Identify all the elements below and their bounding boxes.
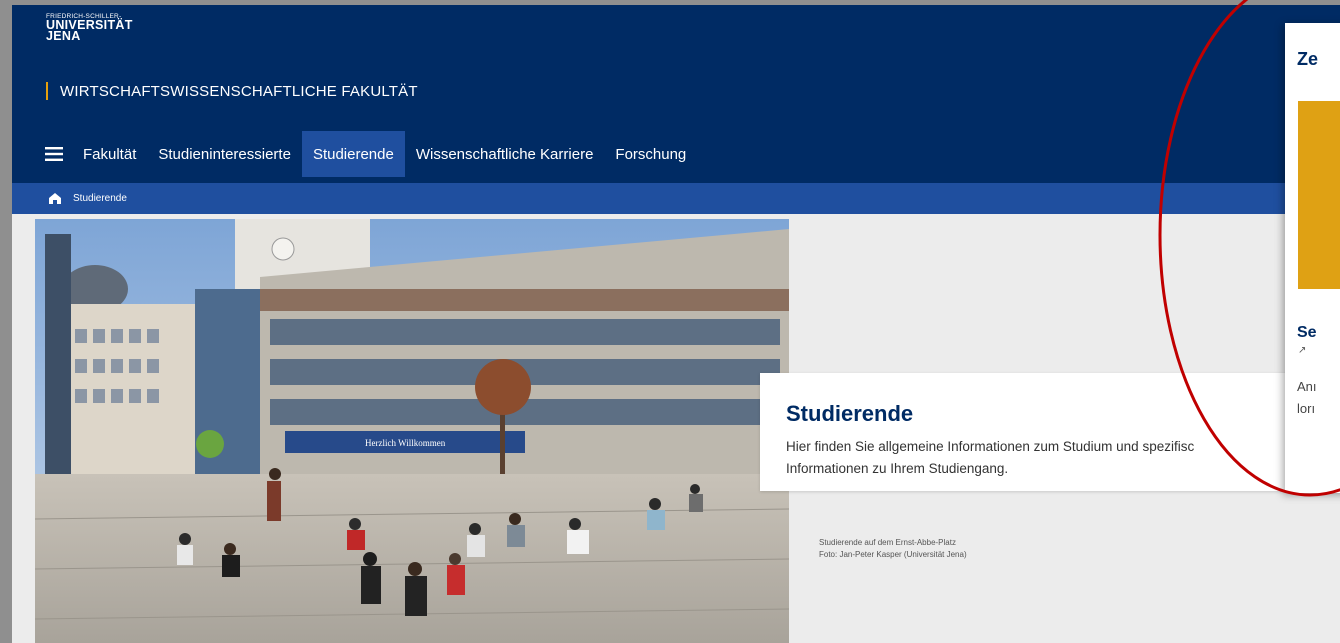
side-panel: Ze Se ↗ Anı lorı <box>1285 23 1340 493</box>
nav-item-wissenschaftliche-karriere[interactable]: Wissenschaftliche Karriere <box>405 131 605 177</box>
breadcrumb: Studierende <box>12 183 1340 214</box>
logo-line-3: JENA <box>46 29 81 43</box>
side-panel-text: Anı lorı <box>1297 376 1317 420</box>
hamburger-menu-icon[interactable] <box>36 131 72 177</box>
university-logo[interactable]: FRIEDRICH-SCHILLER- UNIVERSITÄT JENA <box>46 13 133 42</box>
intro-text-line-2: Informationen zu Ihrem Studiengang. <box>786 461 1009 476</box>
side-panel-link-title[interactable]: Se <box>1297 324 1317 342</box>
nav-item-studieninteressierte[interactable]: Studieninteressierte <box>147 131 302 177</box>
page-title: Studierende <box>786 401 914 426</box>
faculty-label: WIRTSCHAFTSWISSENSCHAFTLICHE FAKULTÄT <box>60 82 418 100</box>
home-icon[interactable] <box>49 193 61 204</box>
side-panel-title: Ze <box>1297 49 1319 69</box>
main-navigation: Fakultät Studieninteressierte Studierend… <box>36 131 697 177</box>
intro-text: Hier finden Sie allgemeine Informationen… <box>786 436 1340 480</box>
caption-line-2: Foto: Jan-Peter Kasper (Universität Jena… <box>819 550 967 559</box>
intro-card: Studierende Hier finden Sie allgemeine I… <box>760 373 1340 491</box>
page: FRIEDRICH-SCHILLER- UNIVERSITÄT JENA WIR… <box>12 5 1340 643</box>
site-header: FRIEDRICH-SCHILLER- UNIVERSITÄT JENA WIR… <box>12 5 1340 183</box>
welcome-banner-text: Herzlich Willkommen <box>365 438 446 448</box>
side-panel-text-line-1: Anı <box>1297 379 1317 394</box>
intro-text-line-1: Hier finden Sie allgemeine Informationen… <box>786 439 1195 454</box>
side-panel-text-line-2: lorı <box>1297 401 1316 416</box>
caption-line-1: Studierende auf dem Ernst-Abbe-Platz <box>819 538 956 547</box>
external-link-icon[interactable]: ↗ <box>1298 345 1306 356</box>
breadcrumb-current[interactable]: Studierende <box>73 193 127 204</box>
photo-caption: Studierende auf dem Ernst-Abbe-Platz Fot… <box>819 537 967 561</box>
faculty-name[interactable]: WIRTSCHAFTSWISSENSCHAFTLICHE FAKULTÄT <box>46 82 418 100</box>
nav-item-studierende[interactable]: Studierende <box>301 131 405 177</box>
faculty-accent-bar <box>46 82 48 100</box>
nav-item-forschung[interactable]: Forschung <box>604 131 697 177</box>
side-panel-image[interactable] <box>1298 101 1340 289</box>
hero-photo: Herzlich Willkommen <box>35 219 789 643</box>
nav-item-fakultaet[interactable]: Fakultät <box>72 131 147 177</box>
